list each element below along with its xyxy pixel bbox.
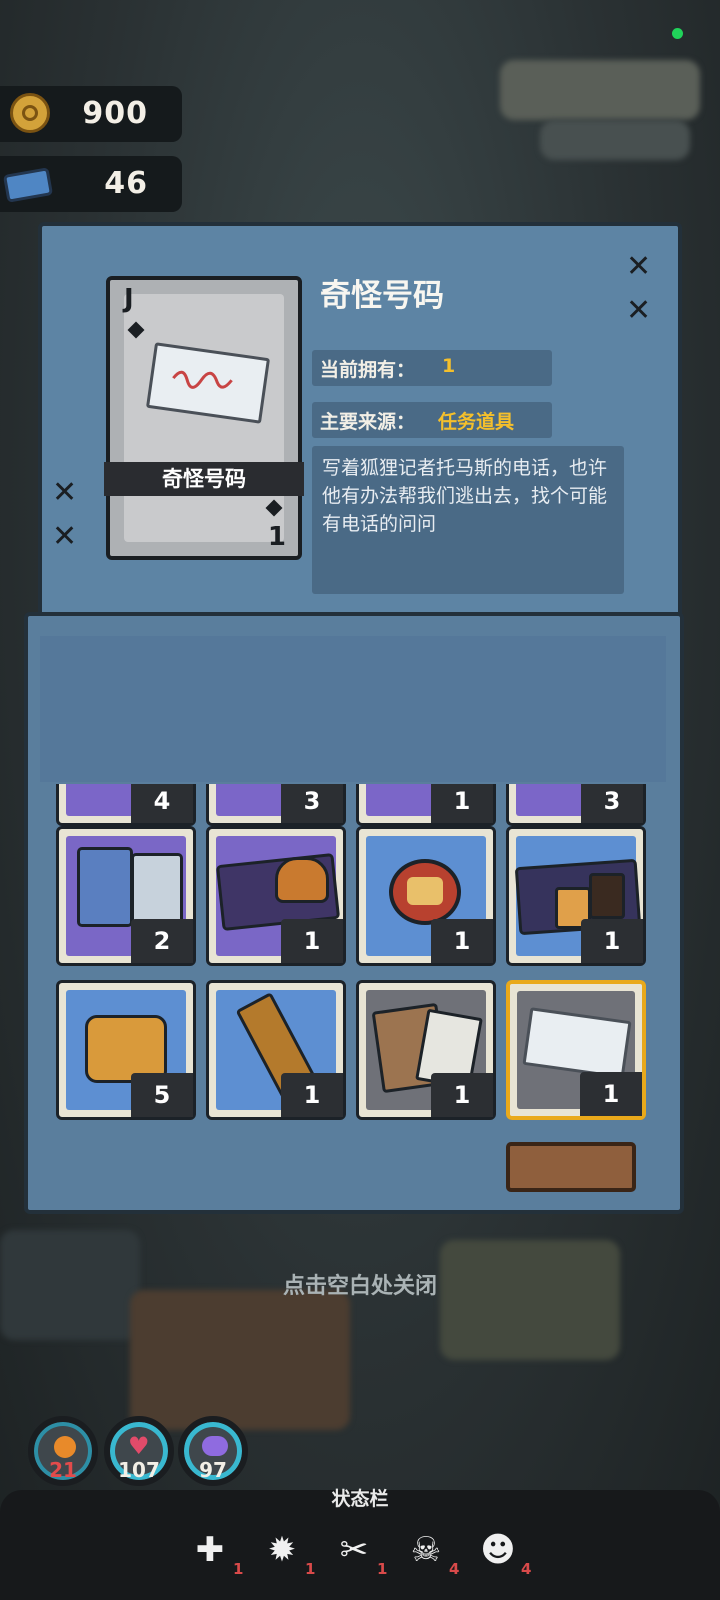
health-stat[interactable]: ♥ 107: [104, 1416, 174, 1486]
status-count: 1: [233, 1560, 244, 1578]
coin-counter: 900: [0, 86, 182, 142]
slot-count: 4: [131, 784, 193, 823]
slot-count: 1: [431, 919, 493, 963]
owned-value: 1: [442, 355, 456, 377]
status-count: 4: [449, 1560, 460, 1578]
card-rank: J: [124, 284, 134, 314]
slot-count: 1: [431, 784, 493, 823]
pill-pack-icon: [77, 847, 133, 927]
inventory-grid[interactable]: 4 3 1 3 2 1 1 1 5 1 1 1: [56, 784, 656, 1144]
heart-icon: ♥: [128, 1432, 150, 1460]
inventory-slot[interactable]: 4: [56, 784, 196, 826]
bandage-icon[interactable]: ✚: [188, 1528, 232, 1572]
ticket-value: 46: [104, 166, 148, 201]
coin-icon: [10, 93, 50, 133]
inventory-slot[interactable]: 1: [356, 784, 496, 826]
sanity-stat[interactable]: 97: [178, 1416, 248, 1486]
inventory-slot[interactable]: 1: [356, 826, 496, 966]
item-title: 奇怪号码: [320, 278, 444, 314]
source-field: 主要来源： 任务道具: [312, 402, 552, 438]
status-indicator: [672, 28, 683, 39]
inventory-slot[interactable]: 1: [206, 980, 346, 1120]
sanity-value: 97: [199, 1458, 227, 1482]
slot-count: 3: [581, 784, 643, 823]
x-mark-decoration: ✕: [626, 293, 652, 328]
inventory-slot[interactable]: 2: [56, 826, 196, 966]
x-mark-decoration: ✕: [52, 519, 78, 554]
x-mark-decoration: ✕: [626, 249, 652, 284]
hunger-icon: [54, 1436, 76, 1458]
slot-count: 2: [131, 919, 193, 963]
card-number: 1: [267, 522, 286, 552]
slot-count: 1: [431, 1073, 493, 1117]
inventory-slot[interactable]: 1: [356, 980, 496, 1120]
masks-icon[interactable]: ☻: [476, 1528, 520, 1572]
source-value: 任务道具: [438, 411, 515, 433]
inventory-slot[interactable]: 5: [56, 980, 196, 1120]
owned-label: 当前拥有：: [320, 359, 416, 381]
pill-pack-icon: [131, 853, 183, 929]
description-text: 写着狐狸记者托马斯的电话，也许他有办法帮我们逃出去，找个可能有电话的问问: [322, 457, 608, 535]
slot-count: 1: [580, 1072, 642, 1116]
status-count: 1: [305, 1560, 316, 1578]
close-hint[interactable]: 点击空白处关闭: [0, 1268, 720, 1300]
crossed-utensils-icon[interactable]: ✂: [332, 1528, 376, 1572]
inventory-slot[interactable]: 3: [506, 784, 646, 826]
ticket-counter: 46: [0, 156, 182, 212]
health-value: 107: [118, 1458, 160, 1482]
hunger-stat[interactable]: 21: [28, 1416, 98, 1486]
owned-field: 当前拥有： 1: [312, 350, 552, 386]
inventory-slot[interactable]: 1: [206, 826, 346, 966]
virus-icon[interactable]: ✹: [260, 1528, 304, 1572]
inventory-slot[interactable]: 1: [506, 826, 646, 966]
slot-count: 1: [581, 919, 643, 963]
card-label: 奇怪号码: [104, 462, 304, 496]
action-button[interactable]: [506, 1142, 636, 1192]
item-card: J 1: [106, 276, 302, 560]
ticket-icon: [2, 167, 54, 203]
status-count: 1: [377, 1560, 388, 1578]
source-label: 主要来源：: [320, 411, 416, 433]
item-description: 写着狐狸记者托马斯的电话，也许他有办法帮我们逃出去，找个可能有电话的问问: [312, 446, 624, 594]
burger-meal-icon: [275, 857, 329, 903]
slot-count: 3: [281, 784, 343, 823]
inventory-slot-selected[interactable]: 1: [506, 980, 646, 1120]
slot-count: 1: [281, 919, 343, 963]
coin-value: 900: [82, 96, 148, 131]
x-mark-decoration: ✕: [52, 475, 78, 510]
brain-icon: [202, 1436, 228, 1456]
skull-icon[interactable]: ☠: [404, 1528, 448, 1572]
inventory-slot[interactable]: 3: [206, 784, 346, 826]
hunger-value: 21: [49, 1458, 77, 1482]
slot-count: 5: [131, 1073, 193, 1117]
status-count: 4: [521, 1560, 532, 1578]
slot-count: 1: [281, 1073, 343, 1117]
inventory-header: [40, 636, 666, 782]
status-bar-title: 状态栏: [331, 1488, 389, 1510]
